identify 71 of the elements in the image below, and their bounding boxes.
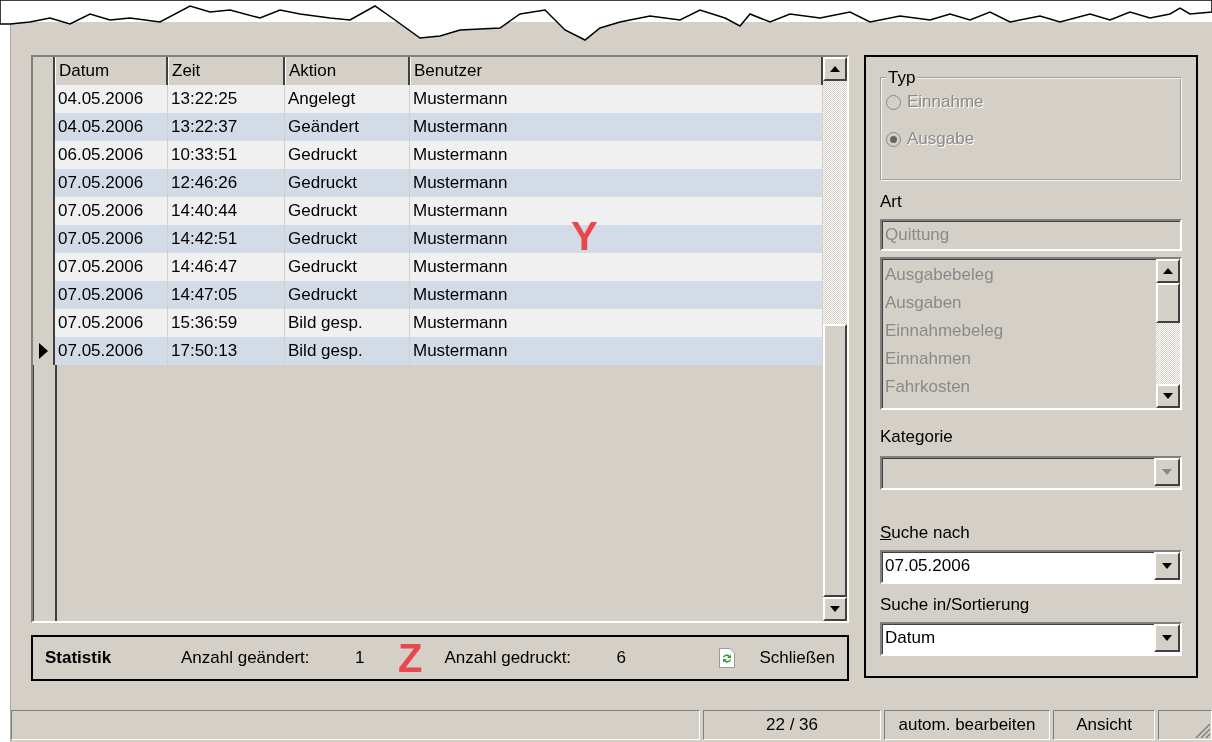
table-cell: 13:22:25 <box>168 85 285 113</box>
table-cell: Mustermann <box>410 85 823 113</box>
column-header[interactable]: Benutzer <box>410 57 823 85</box>
table-cell: Mustermann <box>410 337 823 365</box>
table-cell: 04.05.2006 <box>55 85 168 113</box>
printed-count-value: 6 <box>616 648 626 668</box>
changed-count-label: Anzahl geändert: <box>181 648 311 668</box>
table-cell: 07.05.2006 <box>55 197 168 225</box>
table-cell: 10:33:51 <box>168 141 285 169</box>
down-arrow-icon <box>1162 563 1172 569</box>
table-cell: 04.05.2006 <box>55 113 168 141</box>
table-cell: 14:42:51 <box>168 225 285 253</box>
row-pointer-icon <box>38 343 48 359</box>
table-cell: 14:46:47 <box>168 253 285 281</box>
table-cell: Gedruckt <box>285 141 410 169</box>
table-cell: Bild gesp. <box>285 309 410 337</box>
table-cell: Geändert <box>285 113 410 141</box>
table-cell: Gedruckt <box>285 253 410 281</box>
table-cell: 13:22:37 <box>168 113 285 141</box>
vertical-scrollbar[interactable] <box>823 57 847 621</box>
table-cell: 07.05.2006 <box>55 337 168 365</box>
column-header[interactable]: Datum <box>55 57 168 85</box>
close-button[interactable]: Schließen <box>719 648 835 668</box>
document-refresh-icon <box>719 648 736 668</box>
table-cell: Mustermann <box>410 309 823 337</box>
table-cell: 15:36:59 <box>168 309 285 337</box>
statistics-title: Statistik <box>45 648 113 668</box>
table-cell: 07.05.2006 <box>55 169 168 197</box>
table-cell: Gedruckt <box>285 281 410 309</box>
down-arrow-icon <box>1163 393 1173 399</box>
changed-count-value: 1 <box>355 648 365 668</box>
dropdown-button[interactable] <box>1154 624 1180 652</box>
table-cell: 07.05.2006 <box>55 309 168 337</box>
table-cell: Bild gesp. <box>285 337 410 365</box>
down-arrow-icon <box>830 606 840 612</box>
table-cell: 12:46:26 <box>168 169 285 197</box>
table-cell: Angelegt <box>285 85 410 113</box>
table-cell: 17:50:13 <box>168 337 285 365</box>
table-cell: Mustermann <box>410 113 823 141</box>
group-legend: Typ <box>886 68 918 88</box>
table-cell: Mustermann <box>410 281 823 309</box>
annotation-letter: Z <box>398 638 423 678</box>
table-cell: Mustermann <box>410 253 823 281</box>
status-panel: 22 / 36 <box>703 710 881 740</box>
printed-count-label: Anzahl gedruckt: <box>444 648 573 668</box>
status-panel: Ansicht <box>1053 710 1155 740</box>
field-label: Suche in/Sortierung <box>880 594 1031 616</box>
table-cell: 14:47:05 <box>168 281 285 309</box>
column-header[interactable]: Aktion <box>285 57 410 85</box>
field-label: Art <box>880 191 903 213</box>
down-arrow-icon <box>1162 635 1172 641</box>
sort-combo[interactable]: Datum <box>880 622 1182 656</box>
table-cell: 07.05.2006 <box>55 225 168 253</box>
column-header[interactable]: Zeit <box>168 57 285 85</box>
table-cell: 07.05.2006 <box>55 253 168 281</box>
up-arrow-icon <box>1163 268 1173 274</box>
status-panel: autom. bearbeiten <box>884 710 1050 740</box>
search-combo[interactable]: 07.05.2006 <box>880 550 1182 584</box>
field-label: Kategorie <box>880 426 954 448</box>
field-label: Suche nach <box>880 522 971 544</box>
table-cell: Gedruckt <box>285 225 410 253</box>
down-arrow-icon <box>1162 469 1172 475</box>
table-cell: 07.05.2006 <box>55 281 168 309</box>
table-cell: 06.05.2006 <box>55 141 168 169</box>
table-cell: Gedruckt <box>285 197 410 225</box>
table-cell: Mustermann <box>410 141 823 169</box>
table-cell: Gedruckt <box>285 169 410 197</box>
up-arrow-icon <box>830 66 840 72</box>
table-cell: 14:40:44 <box>168 197 285 225</box>
table-cell: Mustermann <box>410 169 823 197</box>
dropdown-button[interactable] <box>1154 552 1180 580</box>
